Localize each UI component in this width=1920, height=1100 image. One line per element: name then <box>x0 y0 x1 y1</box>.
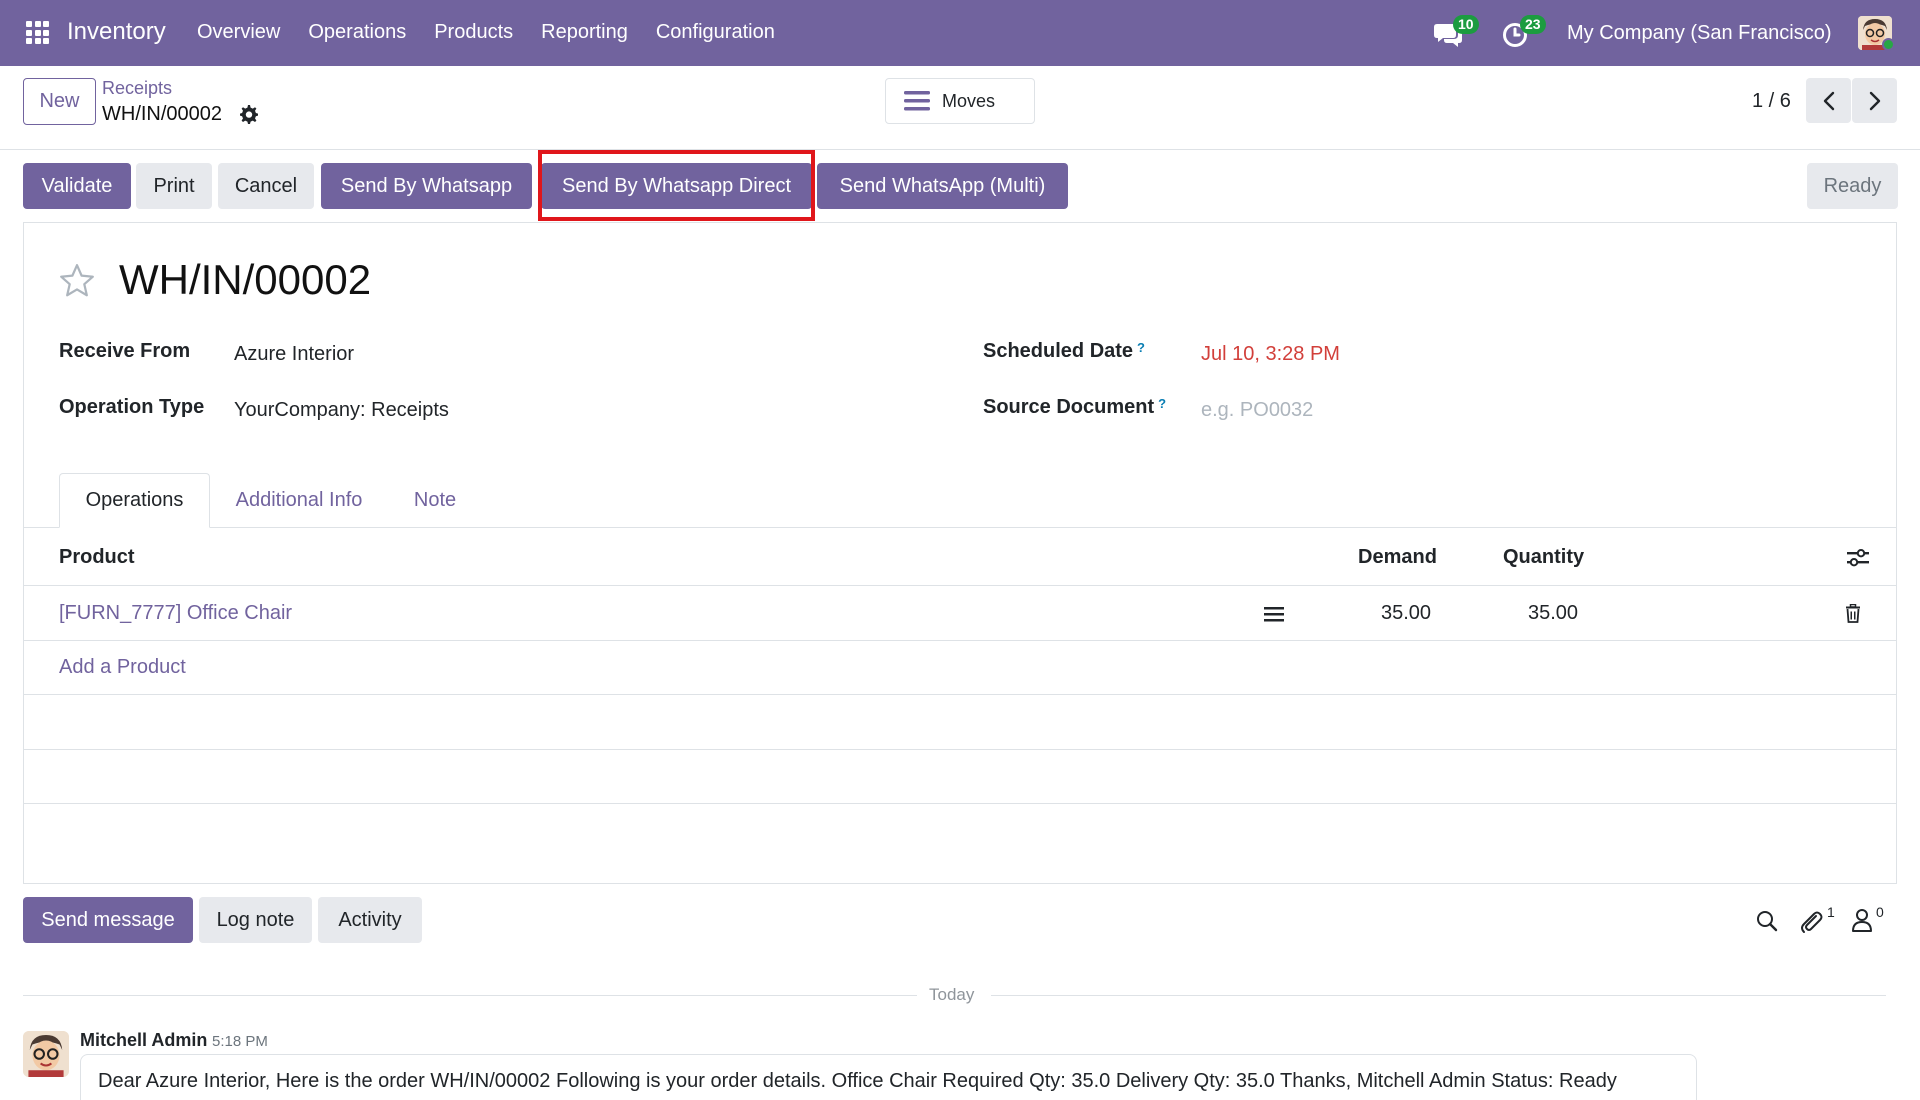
details-icon[interactable] <box>1264 605 1284 623</box>
column-quantity[interactable]: Quantity <box>1503 546 1584 569</box>
source-document-label: Source Document? <box>983 396 1167 418</box>
company-switcher[interactable]: My Company (San Francisco) <box>1567 22 1832 45</box>
help-tooltip-icon[interactable]: ? <box>1137 340 1145 355</box>
followers-count: 0 <box>1876 904 1884 920</box>
trash-icon[interactable] <box>1845 604 1861 623</box>
log-note-button[interactable]: Log note <box>199 897 312 943</box>
operation-type-label: Operation Type <box>59 396 205 418</box>
list-icon <box>904 91 930 111</box>
cancel-button[interactable]: Cancel <box>218 163 314 209</box>
menu-operations[interactable]: Operations <box>308 21 406 44</box>
star-icon[interactable] <box>58 262 96 300</box>
messages-count-badge: 10 <box>1453 15 1479 34</box>
control-panel: New Receipts WH/IN/00002 Moves 1 / 6 <box>0 66 1920 150</box>
messaging-button[interactable]: 10 <box>1433 15 1479 49</box>
tab-additional-info[interactable]: Additional Info <box>220 473 378 528</box>
table-header-divider <box>23 585 1897 586</box>
column-demand[interactable]: Demand <box>1358 546 1437 569</box>
send-whatsapp-multi-button[interactable]: Send WhatsApp (Multi) <box>817 163 1068 209</box>
chevron-right-icon <box>1869 91 1880 110</box>
message-author[interactable]: Mitchell Admin <box>80 1030 207 1051</box>
tab-operations[interactable]: Operations <box>59 473 210 528</box>
search-icon[interactable] <box>1756 910 1778 932</box>
message-body: Dear Azure Interior, Here is the order W… <box>80 1054 1697 1100</box>
main-menu: Overview Operations Products Reporting C… <box>197 21 775 44</box>
message-author-avatar[interactable] <box>23 1031 69 1077</box>
send-by-whatsapp-button[interactable]: Send By Whatsapp <box>321 163 532 209</box>
receive-from-field[interactable]: Azure Interior <box>234 343 354 366</box>
quantity-cell[interactable]: 35.00 <box>1528 602 1578 625</box>
scheduled-date-field[interactable]: Jul 10, 3:28 PM <box>1201 343 1340 366</box>
date-separator-label: Today <box>929 985 975 1004</box>
print-button[interactable]: Print <box>136 163 212 209</box>
message-time: 5:18 PM <box>212 1033 268 1050</box>
gear-icon[interactable] <box>238 104 258 124</box>
table-row-divider <box>23 803 1897 804</box>
moves-label: Moves <box>942 90 996 111</box>
status-ready-badge: Ready <box>1807 163 1898 209</box>
new-button[interactable]: New <box>23 78 96 125</box>
table-row-divider <box>23 694 1897 695</box>
apps-menu-icon[interactable] <box>26 21 49 44</box>
user-avatar-icon <box>23 1031 69 1077</box>
activities-count-badge: 23 <box>1520 15 1546 34</box>
menu-overview[interactable]: Overview <box>197 21 280 44</box>
tab-note[interactable]: Note <box>396 473 474 528</box>
breadcrumb-current: WH/IN/00002 <box>102 103 223 125</box>
form-sheet <box>23 222 1897 884</box>
user-icon <box>1852 909 1872 932</box>
attachments-count: 1 <box>1827 904 1835 920</box>
pager-next-button[interactable] <box>1852 78 1897 123</box>
column-product[interactable]: Product <box>59 546 135 569</box>
pager-value[interactable]: 1 / 6 <box>1752 90 1791 113</box>
table-row-divider <box>23 749 1897 750</box>
product-cell[interactable]: [FURN_7777] Office Chair <box>59 602 292 625</box>
top-navbar: Inventory Overview Operations Products R… <box>0 0 1920 66</box>
highlight-annotation-box <box>538 150 815 221</box>
operation-type-field[interactable]: YourCompany: Receipts <box>234 399 449 422</box>
demand-cell[interactable]: 35.00 <box>1381 602 1431 625</box>
pager-previous-button[interactable] <box>1806 78 1851 123</box>
optional-columns-icon[interactable] <box>1846 547 1870 569</box>
add-product-link[interactable]: Add a Product <box>59 656 186 679</box>
scheduled-date-label: Scheduled Date? <box>983 340 1145 362</box>
moves-smart-button[interactable]: Moves <box>885 78 1035 124</box>
breadcrumb-receipts[interactable]: Receipts <box>102 78 172 99</box>
paperclip-icon <box>1801 911 1823 933</box>
send-message-button[interactable]: Send message <box>23 897 193 943</box>
followers-button[interactable]: 0 <box>1851 904 1891 934</box>
menu-products[interactable]: Products <box>434 21 513 44</box>
menu-reporting[interactable]: Reporting <box>541 21 628 44</box>
online-status-dot <box>1882 38 1895 51</box>
record-title: WH/IN/00002 <box>119 256 372 303</box>
attachments-button[interactable]: 1 <box>1798 904 1838 934</box>
date-separator-line <box>23 995 917 996</box>
chevron-left-icon <box>1823 91 1834 110</box>
receive-from-label: Receive From <box>59 340 191 362</box>
activity-button[interactable]: Activity <box>318 897 422 943</box>
table-row-divider <box>23 640 1897 641</box>
date-separator-line <box>991 995 1886 996</box>
source-document-input[interactable]: e.g. PO0032 <box>1201 399 1313 422</box>
help-tooltip-icon[interactable]: ? <box>1158 396 1166 411</box>
app-name[interactable]: Inventory <box>67 18 166 46</box>
validate-button[interactable]: Validate <box>23 163 131 209</box>
menu-configuration[interactable]: Configuration <box>656 21 775 44</box>
activities-button[interactable]: 23 <box>1500 15 1548 49</box>
